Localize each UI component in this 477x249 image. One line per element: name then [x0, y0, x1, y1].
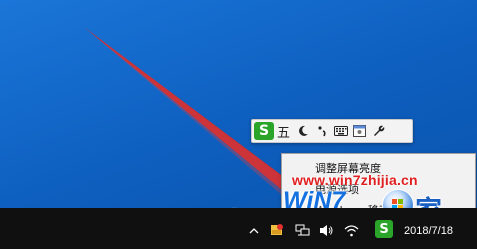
- volume-icon[interactable]: [318, 223, 334, 237]
- sogou-tray-icon[interactable]: S: [375, 220, 393, 238]
- ime-mode-wubi[interactable]: 五: [274, 121, 293, 141]
- watermark-url: www.win7zhijia.cn: [292, 172, 418, 188]
- sogou-logo-icon[interactable]: S: [254, 122, 274, 140]
- ime-toolbar: S 五: [251, 119, 413, 143]
- user-icon[interactable]: [350, 121, 369, 141]
- show-hidden-icons-chevron-icon[interactable]: [248, 224, 260, 238]
- punctuation-icon[interactable]: [312, 121, 331, 141]
- user-account-icon[interactable]: [269, 222, 287, 236]
- network-icon[interactable]: [294, 223, 310, 237]
- moon-icon[interactable]: [293, 121, 312, 141]
- taskbar-clock-date[interactable]: 2018/7/18: [404, 225, 453, 237]
- keyboard-icon[interactable]: [331, 121, 350, 141]
- wifi-icon[interactable]: [343, 223, 359, 237]
- wrench-icon[interactable]: [369, 121, 388, 141]
